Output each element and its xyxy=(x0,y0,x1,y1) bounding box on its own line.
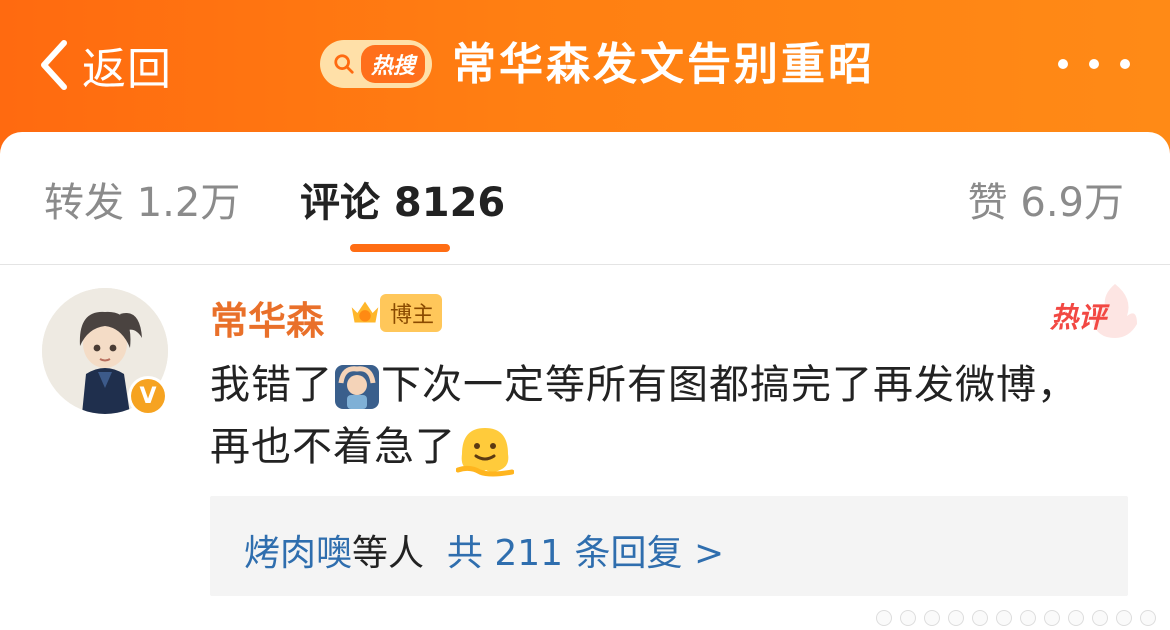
active-tab-indicator xyxy=(350,244,450,252)
reply-count-link[interactable]: 共 211 条回复 > xyxy=(447,533,724,574)
more-dot xyxy=(1089,59,1099,69)
blogger-badge: 博主 xyxy=(346,294,443,332)
verified-badge: V xyxy=(128,376,168,416)
hot-search-label: 热搜 xyxy=(361,45,426,83)
watermark-dot xyxy=(1116,610,1132,626)
back-label: 返回 xyxy=(82,44,172,95)
watermark-dot xyxy=(1044,610,1060,626)
watermark-dot xyxy=(996,610,1012,626)
more-icon[interactable] xyxy=(1058,52,1130,76)
comment-text: 我错了 下次一定等所有图都搞完了再发微博，再也不着急了 xyxy=(210,354,1110,478)
replies-summary[interactable]: 烤肉噢等人 共 211 条回复 > xyxy=(210,496,1128,596)
tab-like[interactable]: 赞 6.9万 xyxy=(968,170,1124,228)
crown-icon xyxy=(351,301,379,323)
watermark-dot xyxy=(1020,610,1036,626)
search-icon xyxy=(334,54,354,74)
watermark-dot xyxy=(972,610,988,626)
person-gesturing-ok-icon xyxy=(335,365,379,409)
comments-card: 转发 1.2万 评论 8126 赞 6.9万 V 常华森 博主 热评 我错了 下… xyxy=(0,132,1170,630)
topic-title: 常华森发文告别重昭 xyxy=(452,39,875,90)
verified-icon: V xyxy=(131,379,165,413)
watermark-dot xyxy=(948,610,964,626)
comment-text-part-1: 我错了 xyxy=(210,362,333,408)
watermark-dot xyxy=(1092,610,1108,626)
watermark-dot xyxy=(924,610,940,626)
blogger-badge-label: 博主 xyxy=(380,294,443,332)
reply-middle-text: 等人 xyxy=(352,533,425,574)
hot-search-pill[interactable]: 热搜 xyxy=(320,40,432,88)
back-chevron-icon xyxy=(41,40,67,90)
tab-bar: 转发 1.2万 评论 8126 赞 6.9万 xyxy=(0,132,1170,265)
replies-line: 烤肉噢等人 共 211 条回复 > xyxy=(244,524,724,576)
watermark-dot xyxy=(900,610,916,626)
watermark-dot xyxy=(1068,610,1084,626)
tab-comment[interactable]: 评论 8126 xyxy=(300,170,505,228)
melting-face-icon xyxy=(456,428,514,477)
hot-comment-tag: 热评 xyxy=(1050,301,1107,334)
comment-username[interactable]: 常华森 xyxy=(210,290,324,345)
more-dot xyxy=(1120,59,1130,69)
watermark-dot xyxy=(876,610,892,626)
watermark-dot xyxy=(1140,610,1156,626)
tab-repost[interactable]: 转发 1.2万 xyxy=(44,170,240,228)
top-bar: 返回 热搜 常华森发文告别重昭 xyxy=(0,0,1170,150)
back-button[interactable]: 返回 xyxy=(34,30,172,100)
reply-user[interactable]: 烤肉噢 xyxy=(244,533,352,574)
more-dot xyxy=(1058,59,1068,69)
watermark-dots xyxy=(876,610,1156,626)
